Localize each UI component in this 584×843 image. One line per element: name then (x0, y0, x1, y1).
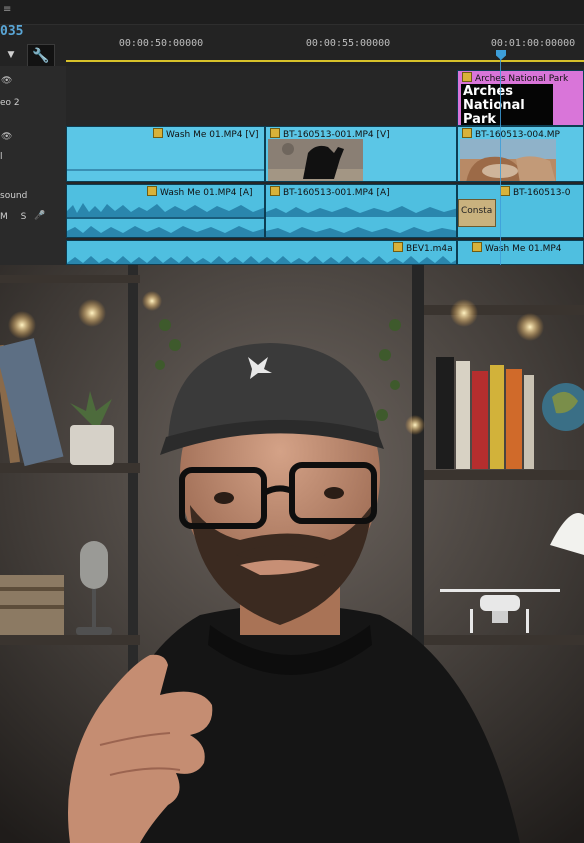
track-lane-v2[interactable]: Arches National Park Arches National Par… (66, 66, 584, 127)
track-header-a2[interactable] (0, 240, 67, 265)
ruler-label: 00:00:50:00000 (118, 38, 204, 49)
waveform (266, 206, 456, 237)
fx-icon (462, 72, 472, 82)
video-clip-wash-me[interactable]: Wash Me 01.MP4 [V] (66, 126, 265, 182)
video-clip-bt-001[interactable]: BT-160513-001.MP4 [V] (265, 126, 457, 182)
clip-thumbnail (268, 139, 363, 181)
track-header-v1[interactable]: 👁 l (0, 126, 67, 185)
clip-label: BT-160513-0 (500, 186, 570, 198)
panel-header: ≡ (0, 0, 584, 25)
ruler-label: 00:00:55:00000 (305, 38, 391, 49)
fx-icon (462, 128, 472, 138)
audio-clip-bt-001[interactable]: BT-160513-001.MP4 [A] (265, 184, 457, 238)
audio-clip-wash-me-2[interactable]: Wash Me 01.MP4 (457, 240, 584, 265)
title-text-line: Arches (463, 84, 513, 99)
track-name: eo 2 (0, 98, 20, 108)
fx-icon (153, 128, 163, 138)
timeline-panel: ≡ 035 00:00:50:00000 00:00:55:00000 00:0… (0, 0, 584, 265)
presenter-scene (0, 265, 584, 843)
waveform (67, 203, 264, 237)
audio-clip-bt-00x[interactable]: BT-160513-0 Consta (457, 184, 584, 238)
track-name: l (0, 152, 3, 162)
graphic-clip-arches[interactable]: Arches National Park Arches National Par… (457, 70, 584, 126)
title-text-line: National (463, 98, 525, 113)
audio-clip-bev1[interactable]: BEV1.m4a (66, 240, 457, 265)
track-lane-a1[interactable]: Wash Me 01.MP4 [A] BT-160513-001.MP4 [A]… (66, 184, 584, 241)
clip-label: Wash Me 01.MP4 (472, 242, 562, 254)
waveform (67, 256, 456, 264)
clip-label: Arches National Park (462, 72, 568, 84)
fx-icon (270, 186, 280, 196)
clip-thumbnail (460, 139, 556, 181)
sequence-timecode[interactable]: 035 (0, 24, 23, 39)
title-text-line: Park (463, 112, 497, 126)
snap-icon[interactable]: ▼ (4, 48, 18, 62)
webcam-video (0, 265, 584, 843)
wrench-icon[interactable]: 🔧 (27, 44, 55, 68)
playhead-handle[interactable] (496, 50, 506, 60)
audio-clip-wash-me[interactable]: Wash Me 01.MP4 [A] (66, 184, 265, 238)
track-header-a1[interactable]: sound M S 🎤 (0, 184, 67, 241)
fx-icon (393, 242, 403, 252)
microphone-icon[interactable]: 🎤 (34, 211, 45, 221)
title-preview: Arches National Park (461, 84, 553, 126)
mute-solo-buttons[interactable]: M S (0, 212, 31, 222)
eye-icon[interactable]: 👁 (1, 76, 12, 86)
track-header-v2[interactable]: 👁 eo 2 (0, 66, 67, 127)
hamburger-menu-icon[interactable]: ≡ (3, 4, 11, 15)
fx-icon (270, 128, 280, 138)
fx-icon (472, 242, 482, 252)
video-clip-bt-004[interactable]: BT-160513-004.MP (457, 126, 584, 182)
track-lane-v1[interactable]: Wash Me 01.MP4 [V] BT-160513-001.MP4 [V]… (66, 126, 584, 185)
eye-icon[interactable]: 👁 (1, 132, 12, 142)
fx-icon (500, 186, 510, 196)
ruler-label: 00:01:00:00000 (490, 38, 576, 49)
fx-icon (147, 186, 157, 196)
transition-constant-power[interactable]: Consta (458, 199, 496, 227)
work-area-bar[interactable] (66, 60, 584, 62)
time-ruler[interactable]: 00:00:50:00000 00:00:55:00000 00:01:00:0… (66, 28, 584, 64)
clip-label: Wash Me 01.MP4 [V] (153, 128, 259, 140)
playhead-line (500, 56, 501, 265)
track-lane-a2[interactable]: BEV1.m4a Wash Me 01.MP4 (66, 240, 584, 265)
track-name: sound (0, 191, 28, 201)
